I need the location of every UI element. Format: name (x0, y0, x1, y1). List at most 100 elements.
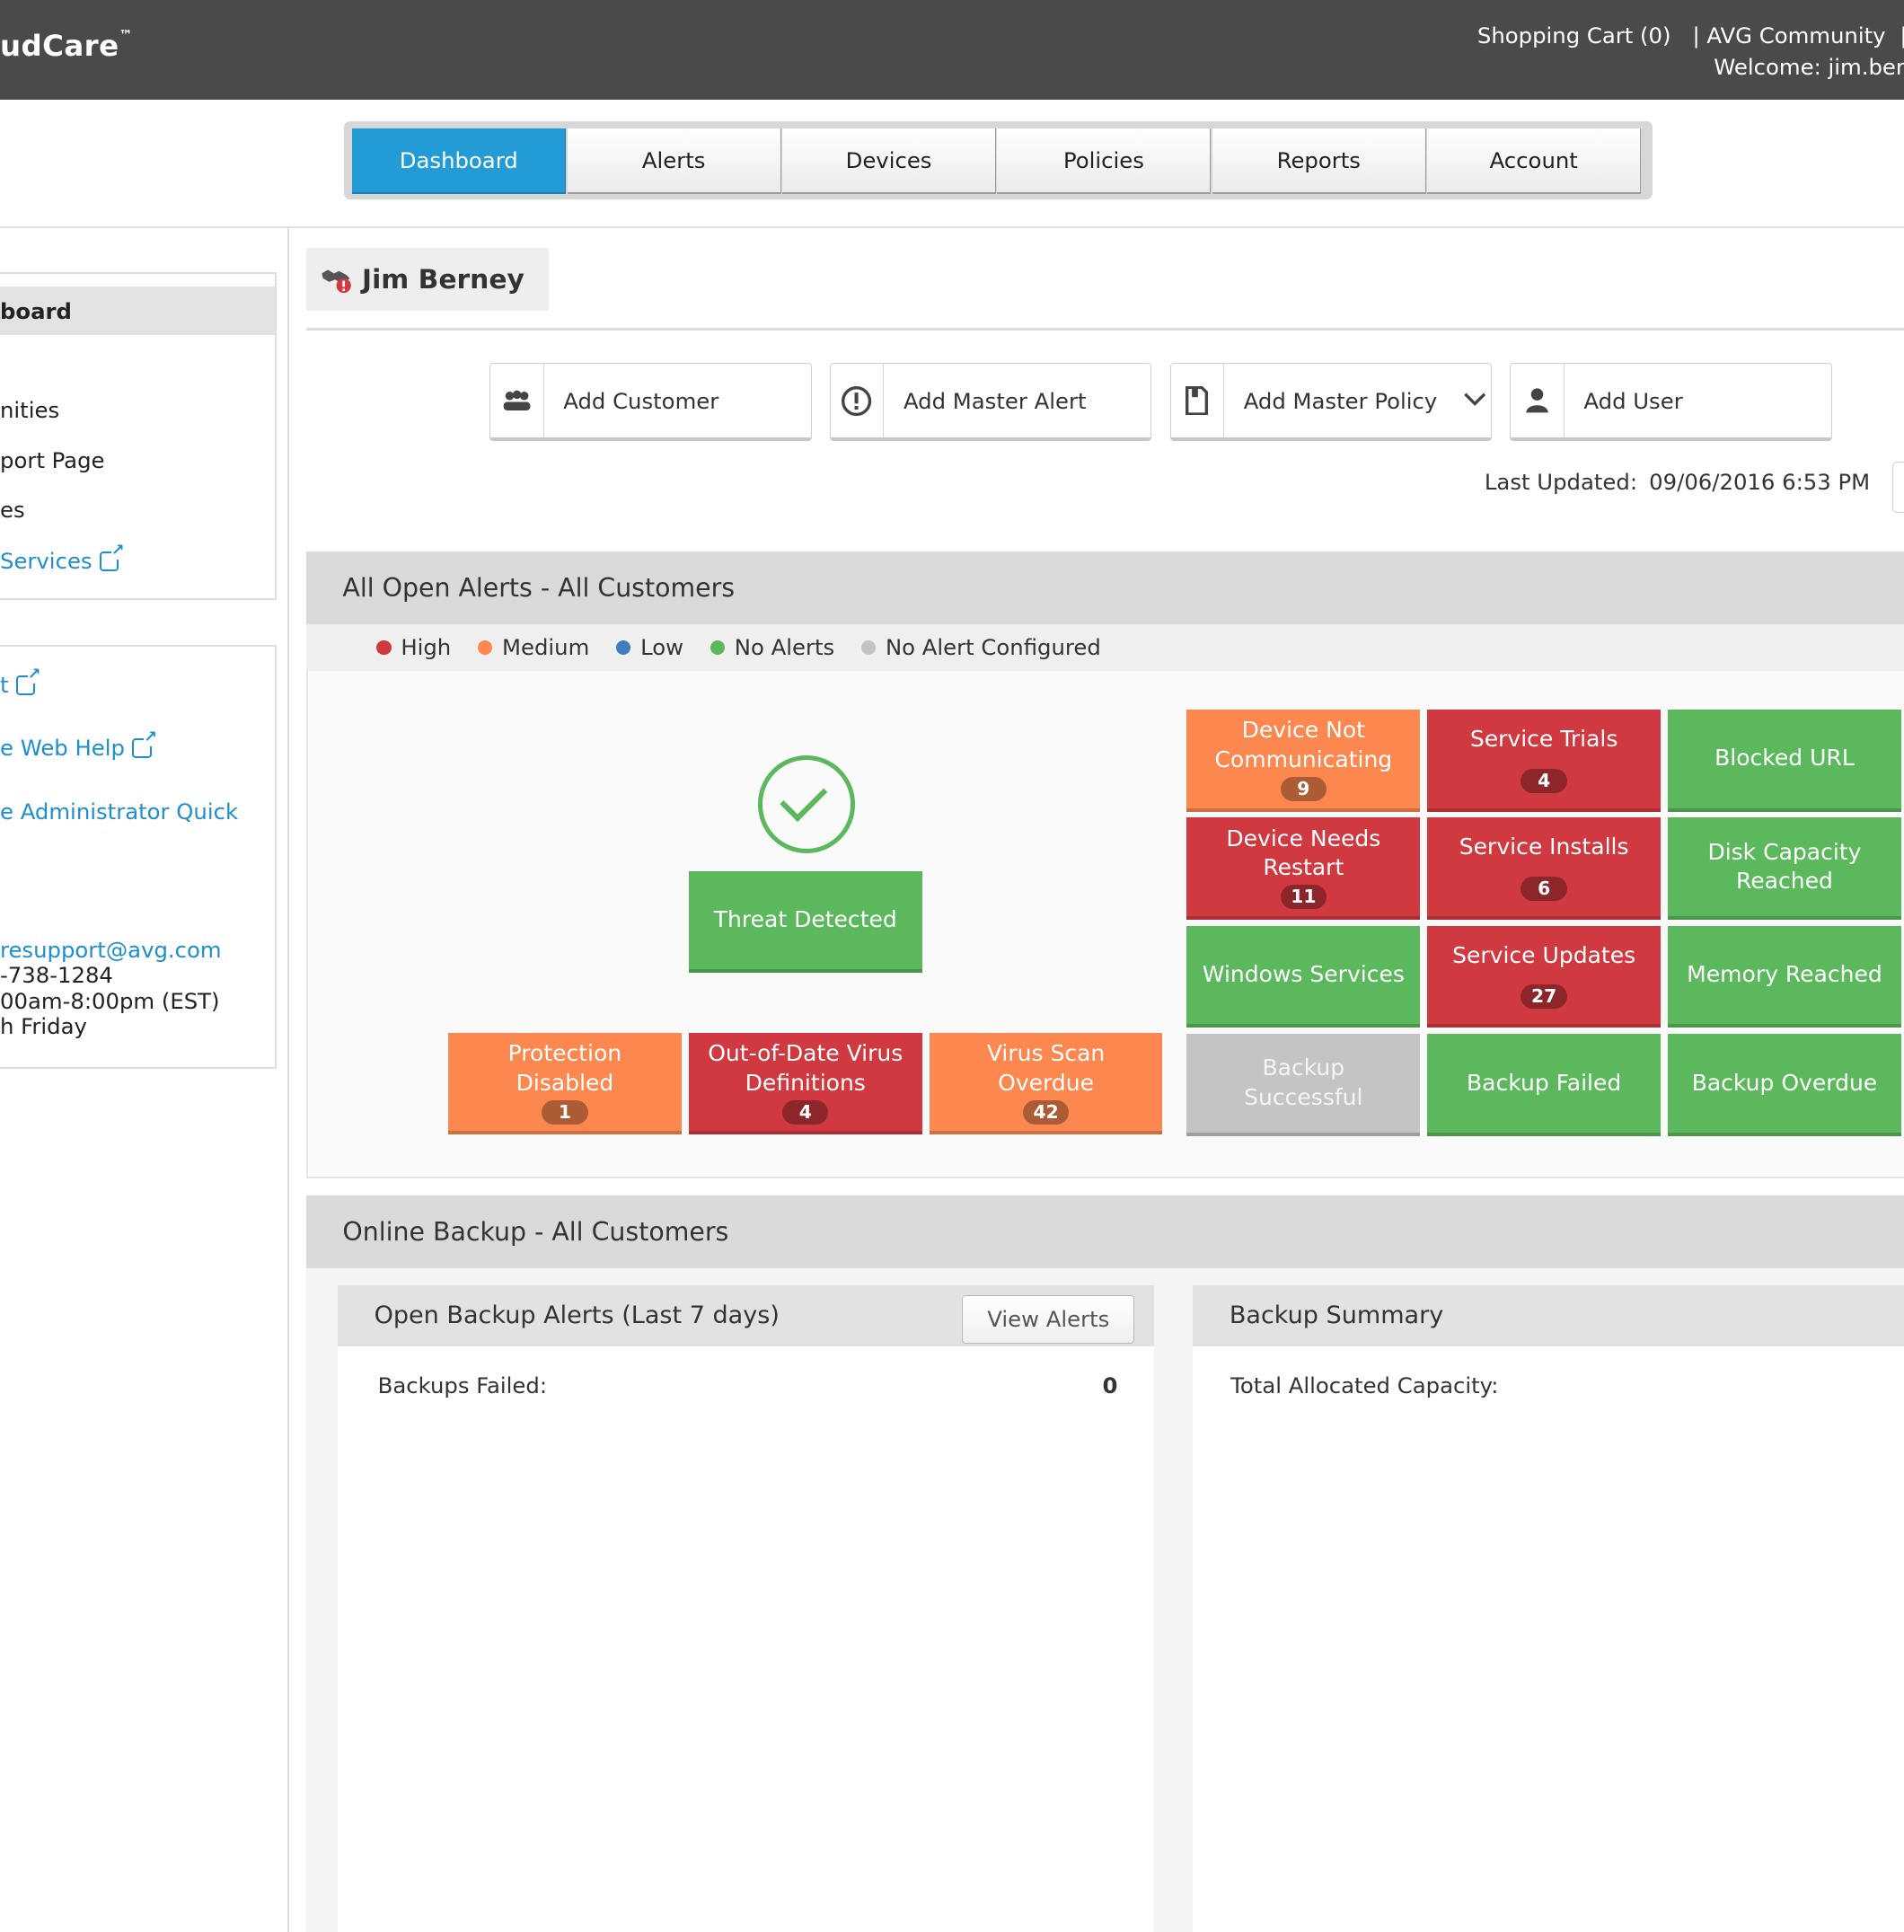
welcome-text: Welcome: jim.ber (1714, 53, 1904, 80)
backup-section-title: Online Backup - All Customers (342, 1217, 729, 1248)
tile-count-badge: 1 (542, 1099, 588, 1125)
external-link-icon (15, 666, 41, 695)
brand-trademark: ™ (119, 26, 133, 43)
tile-backup-overdue[interactable]: Backup Overdue (1668, 1034, 1901, 1136)
support-phone: -738-1284 (0, 962, 113, 989)
tile-label: Windows Services (1202, 961, 1405, 988)
tile-label: Device Not Communicating (1214, 717, 1393, 772)
avg-community-link[interactable]: | AVG Community (1692, 22, 1885, 49)
tile-count-badge: 4 (782, 1099, 829, 1125)
handshake-icon (321, 265, 352, 294)
external-link-icon (99, 542, 125, 571)
tile-label: Memory Reached (1687, 961, 1882, 988)
support-link-label: t (0, 671, 9, 698)
tile-service-trials[interactable]: Service Trials 4 (1427, 709, 1661, 812)
tile-label: Protection Disabled (507, 1040, 622, 1096)
sidebar-link-admin-quick[interactable]: e Administrator Quick (0, 798, 238, 825)
tile-label: Out-of-Date Virus Definitions (708, 1040, 904, 1096)
tile-count-badge: 9 (1280, 777, 1327, 802)
view-alerts-button[interactable]: View Alerts (962, 1294, 1135, 1344)
tile-label: Threat Detected (713, 906, 897, 933)
add-master-policy-label: Add Master Policy (1243, 387, 1438, 414)
sidebar-item-dashboard[interactable]: board (0, 287, 275, 336)
total-allocated-label: Total Allocated Capacity: (1230, 1372, 1499, 1399)
sidebar-item-support-page[interactable]: port Page (0, 447, 105, 473)
services-link-label: Services (0, 548, 93, 575)
tile-device-needs-restart[interactable]: Device Needs Restart 11 (1186, 817, 1421, 920)
customer-name: Jim Berney (362, 263, 524, 296)
last-updated-label: Last Updated: (1484, 469, 1638, 496)
tile-label: Backup Overdue (1691, 1069, 1878, 1096)
tab-policies[interactable]: Policies (997, 128, 1212, 195)
tab-account[interactable]: Account (1427, 128, 1642, 195)
tile-service-updates[interactable]: Service Updates 27 (1427, 925, 1661, 1028)
tile-device-not-communicating[interactable]: Device Not Communicating 9 (1186, 709, 1421, 812)
tab-dashboard[interactable]: Dashboard (352, 128, 567, 195)
backups-failed-value: 0 (1102, 1372, 1118, 1399)
tile-count-badge: 4 (1521, 768, 1567, 793)
tile-label: Disk Capacity Reached (1707, 838, 1862, 895)
add-customer-button[interactable]: Add Customer (489, 363, 812, 441)
tile-count-badge: 27 (1521, 984, 1567, 1010)
main-nav: Dashboard Alerts Devices Policies Report… (343, 121, 1653, 199)
refresh-button[interactable] (1892, 461, 1904, 513)
support-email-link[interactable]: resupport@avg.com (0, 937, 222, 963)
tile-label: Blocked URL (1714, 745, 1855, 772)
tile-service-installs[interactable]: Service Installs 6 (1427, 817, 1661, 920)
customer-divider (305, 328, 1904, 331)
chevron-down-icon[interactable] (1464, 390, 1486, 412)
legend-low: Low (616, 634, 683, 660)
add-user-label: Add User (1583, 387, 1683, 414)
alerts-section-header: All Open Alerts - All Customers (305, 551, 1904, 625)
top-separator: | (1900, 22, 1904, 49)
tile-blocked-url[interactable]: Blocked URL (1668, 709, 1901, 812)
document-icon (1171, 364, 1225, 437)
backup-summary-header: Backup Summary (1193, 1285, 1904, 1346)
dot-icon (477, 640, 493, 656)
tile-label: Service Trials (1469, 725, 1618, 752)
backups-failed-label: Backups Failed: (377, 1372, 548, 1399)
support-hours: 00am-8:00pm (EST) (0, 987, 220, 1014)
add-user-button[interactable]: Add User (1510, 363, 1832, 441)
external-link-icon (132, 729, 157, 759)
tile-backup-failed[interactable]: Backup Failed (1427, 1034, 1661, 1136)
tile-count-badge: 42 (1022, 1099, 1070, 1125)
tile-label: Backup Failed (1467, 1069, 1622, 1096)
tile-memory-reached[interactable]: Memory Reached (1668, 925, 1901, 1028)
tile-outdated-definitions[interactable]: Out-of-Date Virus Definitions 4 (688, 1032, 922, 1135)
alerts-legend: High Medium Low No Alerts No Alert Confi… (305, 624, 1904, 671)
legend-label: Medium (502, 634, 590, 661)
add-master-alert-button[interactable]: Add Master Alert (829, 363, 1152, 441)
sidebar-link-web-help[interactable]: e Web Help (0, 729, 157, 761)
group-icon (490, 364, 544, 437)
legend-label: Low (640, 634, 683, 661)
add-master-policy-button[interactable]: Add Master Policy (1169, 363, 1492, 441)
sidebar-link-support[interactable]: t (0, 666, 41, 698)
shopping-cart-link[interactable]: Shopping Cart (0) (1477, 22, 1671, 49)
tile-disk-capacity-reached[interactable]: Disk Capacity Reached (1668, 817, 1901, 920)
tab-devices[interactable]: Devices (782, 128, 997, 195)
tile-backup-successful[interactable]: Backup Successful (1186, 1034, 1421, 1136)
legend-high: High (376, 634, 451, 660)
tile-virus-scan-overdue[interactable]: Virus Scan Overdue 42 (929, 1032, 1163, 1135)
dot-icon (376, 640, 392, 656)
legend-label: No Alerts (734, 634, 835, 661)
brand-text: udCare (0, 29, 119, 64)
tile-windows-services[interactable]: Windows Services (1186, 925, 1421, 1028)
tile-protection-disabled[interactable]: Protection Disabled 1 (448, 1032, 682, 1135)
tile-threat-detected[interactable]: Threat Detected (688, 870, 922, 974)
sidebar-item-resources[interactable]: es (0, 497, 25, 523)
sidebar-item-services[interactable]: Services (0, 542, 125, 575)
legend-no-alerts: No Alerts (710, 634, 834, 660)
tile-label: Virus Scan Overdue (986, 1040, 1106, 1096)
checkmark-icon (758, 755, 856, 853)
support-days: h Friday (0, 1013, 87, 1040)
user-icon (1511, 364, 1565, 437)
backup-summary-title: Backup Summary (1229, 1301, 1444, 1330)
tab-alerts[interactable]: Alerts (567, 128, 781, 195)
legend-medium: Medium (477, 634, 590, 661)
brand-logo[interactable]: udCare™ (0, 26, 133, 64)
tab-reports[interactable]: Reports (1212, 128, 1426, 195)
sidebar-item-opportunities[interactable]: nities (0, 397, 59, 423)
legend-label: No Alert Configured (885, 634, 1101, 661)
